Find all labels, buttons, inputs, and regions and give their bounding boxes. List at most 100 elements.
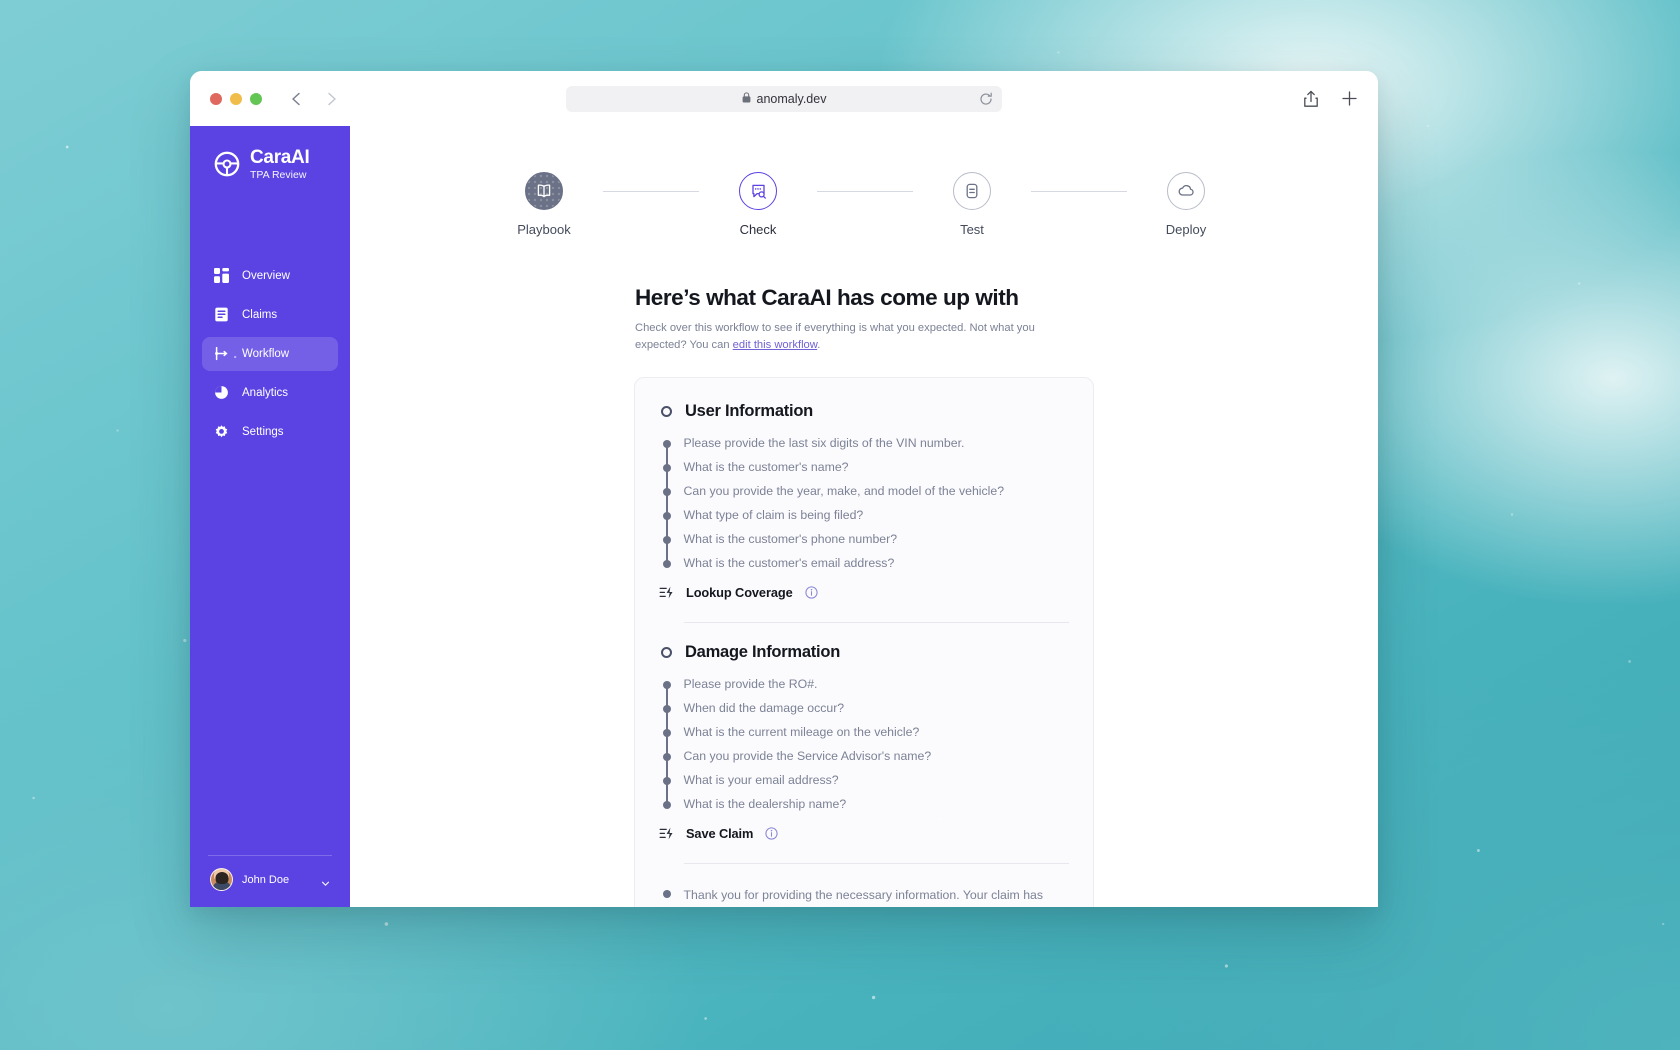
step-node-icon	[662, 889, 671, 898]
pie-chart-icon	[214, 385, 229, 400]
step-connector	[603, 191, 699, 192]
user-menu[interactable]: John Doe	[208, 855, 332, 907]
sidebar-nav: Overview Claims Workflow Analytics Setti…	[190, 259, 350, 449]
info-icon[interactable]	[765, 827, 778, 840]
workflow-step[interactable]: What is the customer's email address?	[659, 551, 1069, 576]
close-window-button[interactable]	[210, 92, 222, 105]
main-content: Playbook Check Test Deploy Here’s what C…	[350, 126, 1378, 907]
step-deploy[interactable]: Deploy	[1127, 172, 1245, 237]
action-label: Lookup Coverage	[686, 585, 793, 601]
section-header: User Information	[659, 402, 1069, 421]
navigation-arrows[interactable]	[288, 90, 340, 108]
sidebar-item-analytics[interactable]: Analytics	[202, 376, 338, 410]
browser-window: anomaly.dev CaraAI TPA Review Overview C…	[190, 71, 1378, 907]
edit-workflow-link[interactable]: edit this workflow	[733, 339, 818, 351]
test-doc-icon	[953, 172, 991, 210]
forward-icon[interactable]	[322, 90, 340, 108]
workflow-step[interactable]: What type of claim is being filed?	[659, 503, 1069, 528]
sidebar-item-overview[interactable]: Overview	[202, 259, 338, 293]
action-bolt-icon	[659, 826, 674, 841]
workflow-action-save-claim[interactable]: Save Claim	[659, 819, 1069, 849]
step-check[interactable]: Check	[699, 172, 817, 237]
workflow-step[interactable]: Please provide the last six digits of th…	[659, 432, 1069, 456]
final-message-text: Thank you for providing the necessary in…	[683, 887, 1044, 902]
workflow-step[interactable]: When did the damage occur?	[659, 696, 1069, 721]
info-icon[interactable]	[804, 586, 818, 599]
sidebar-item-settings[interactable]: Settings	[202, 415, 338, 449]
sidebar-item-workflow[interactable]: Workflow	[202, 336, 338, 371]
section-node-icon	[661, 405, 672, 417]
brand-logo[interactable]: CaraAI TPA Review	[190, 148, 350, 181]
workflow-step[interactable]: Can you provide the Service Advisor's na…	[659, 744, 1069, 769]
page-title: Here’s what CaraAI has come up with	[635, 285, 1019, 310]
section-header: Damage Information	[659, 643, 1069, 662]
toolbar-actions[interactable]	[1303, 90, 1358, 108]
section-divider	[684, 862, 1069, 864]
back-icon[interactable]	[288, 90, 306, 108]
step-node-icon	[662, 728, 671, 737]
cloud-icon	[1167, 172, 1205, 210]
workflow-step[interactable]: What is the current mileage on the vehic…	[659, 720, 1069, 745]
workflow-card: User Information Please provide the last…	[634, 376, 1094, 907]
workflow-step[interactable]: What is your email address?	[659, 768, 1069, 793]
step-node-icon	[662, 800, 671, 809]
section-steps: Please provide the last six digits of th…	[659, 432, 1069, 576]
step-node-icon	[662, 752, 671, 761]
workflow-section-user-information: User Information Please provide the last…	[659, 402, 1069, 623]
plus-icon[interactable]	[1341, 90, 1358, 107]
step-connector	[1031, 191, 1127, 192]
lock-icon	[742, 91, 751, 106]
step-label: Deploy	[1165, 222, 1207, 237]
workflow-section-damage-information: Damage Information Please provide the RO…	[659, 643, 1069, 864]
step-node-icon	[662, 535, 671, 544]
step-label: Check	[739, 222, 777, 237]
action-bolt-icon	[659, 585, 674, 600]
step-node-icon	[662, 511, 671, 520]
step-node-icon	[662, 680, 671, 689]
steering-wheel-icon	[214, 151, 240, 177]
gear-icon	[214, 424, 229, 439]
chevron-down-icon[interactable]	[321, 875, 330, 887]
workflow-stepper: Playbook Check Test Deploy	[352, 172, 1378, 237]
workflow-step[interactable]: What is the customer's name?	[659, 455, 1069, 480]
workflow-final-message: Thank you for providing the necessary in…	[659, 884, 1069, 907]
browser-toolbar: anomaly.dev	[190, 71, 1378, 126]
reload-icon[interactable]	[979, 92, 993, 106]
step-node-icon	[662, 487, 671, 496]
desktop-background: anomaly.dev CaraAI TPA Review Overview C…	[0, 0, 1680, 1050]
step-test[interactable]: Test	[913, 172, 1031, 237]
sidebar-item-label: Overview	[242, 269, 290, 282]
step-text: What type of claim is being filed?	[683, 507, 864, 522]
address-bar[interactable]: anomaly.dev	[566, 85, 1002, 112]
step-text: What is the customer's email address?	[683, 555, 895, 570]
brand-subtitle: TPA Review	[250, 168, 307, 181]
section-title: User Information	[685, 401, 814, 420]
window-controls[interactable]	[210, 92, 262, 105]
maximize-window-button[interactable]	[250, 92, 262, 105]
sidebar-item-claims[interactable]: Claims	[202, 298, 338, 332]
workflow-step[interactable]: Please provide the RO#.	[659, 673, 1069, 697]
url-text: anomaly.dev	[756, 91, 827, 106]
share-icon[interactable]	[1303, 90, 1319, 108]
step-node-icon	[662, 704, 671, 713]
subtitle-text-after: .	[817, 339, 821, 352]
subtitle-text-before: Check over this workflow to see if every…	[635, 322, 1035, 352]
step-node-icon	[662, 439, 671, 448]
step-text: What is the customer's name?	[683, 459, 849, 474]
sidebar: CaraAI TPA Review Overview Claims Workfl…	[190, 126, 350, 907]
workflow-icon	[214, 346, 229, 361]
minimize-window-button[interactable]	[230, 92, 242, 105]
section-title: Damage Information	[685, 642, 841, 661]
step-text: What is your email address?	[683, 772, 839, 787]
step-node-icon	[662, 776, 671, 785]
content-header: Here’s what CaraAI has come up with Chec…	[634, 285, 1094, 355]
workflow-step[interactable]: Can you provide the year, make, and mode…	[659, 479, 1069, 504]
step-node-icon	[662, 559, 671, 568]
step-playbook[interactable]: Playbook	[485, 172, 603, 237]
workflow-step[interactable]: What is the customer's phone number?	[659, 527, 1069, 552]
step-text: What is the dealership name?	[683, 796, 847, 811]
step-text: What is the customer's phone number?	[683, 531, 898, 546]
workflow-action-lookup-coverage[interactable]: Lookup Coverage	[659, 578, 1069, 608]
workflow-step[interactable]: What is the dealership name?	[659, 792, 1069, 817]
step-text: Please provide the RO#.	[683, 676, 818, 691]
